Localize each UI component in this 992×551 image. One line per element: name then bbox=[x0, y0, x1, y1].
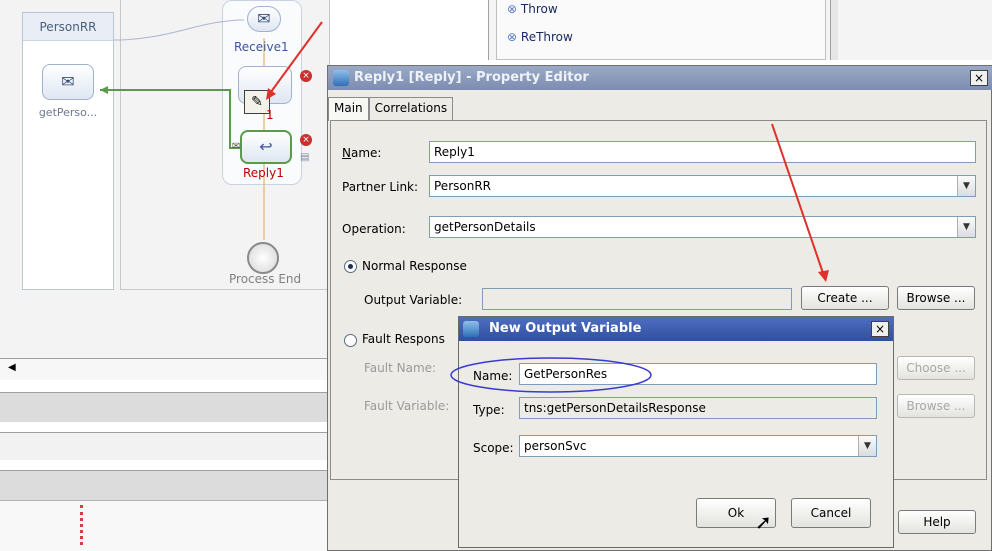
annotation-arrows bbox=[266, 21, 829, 282]
